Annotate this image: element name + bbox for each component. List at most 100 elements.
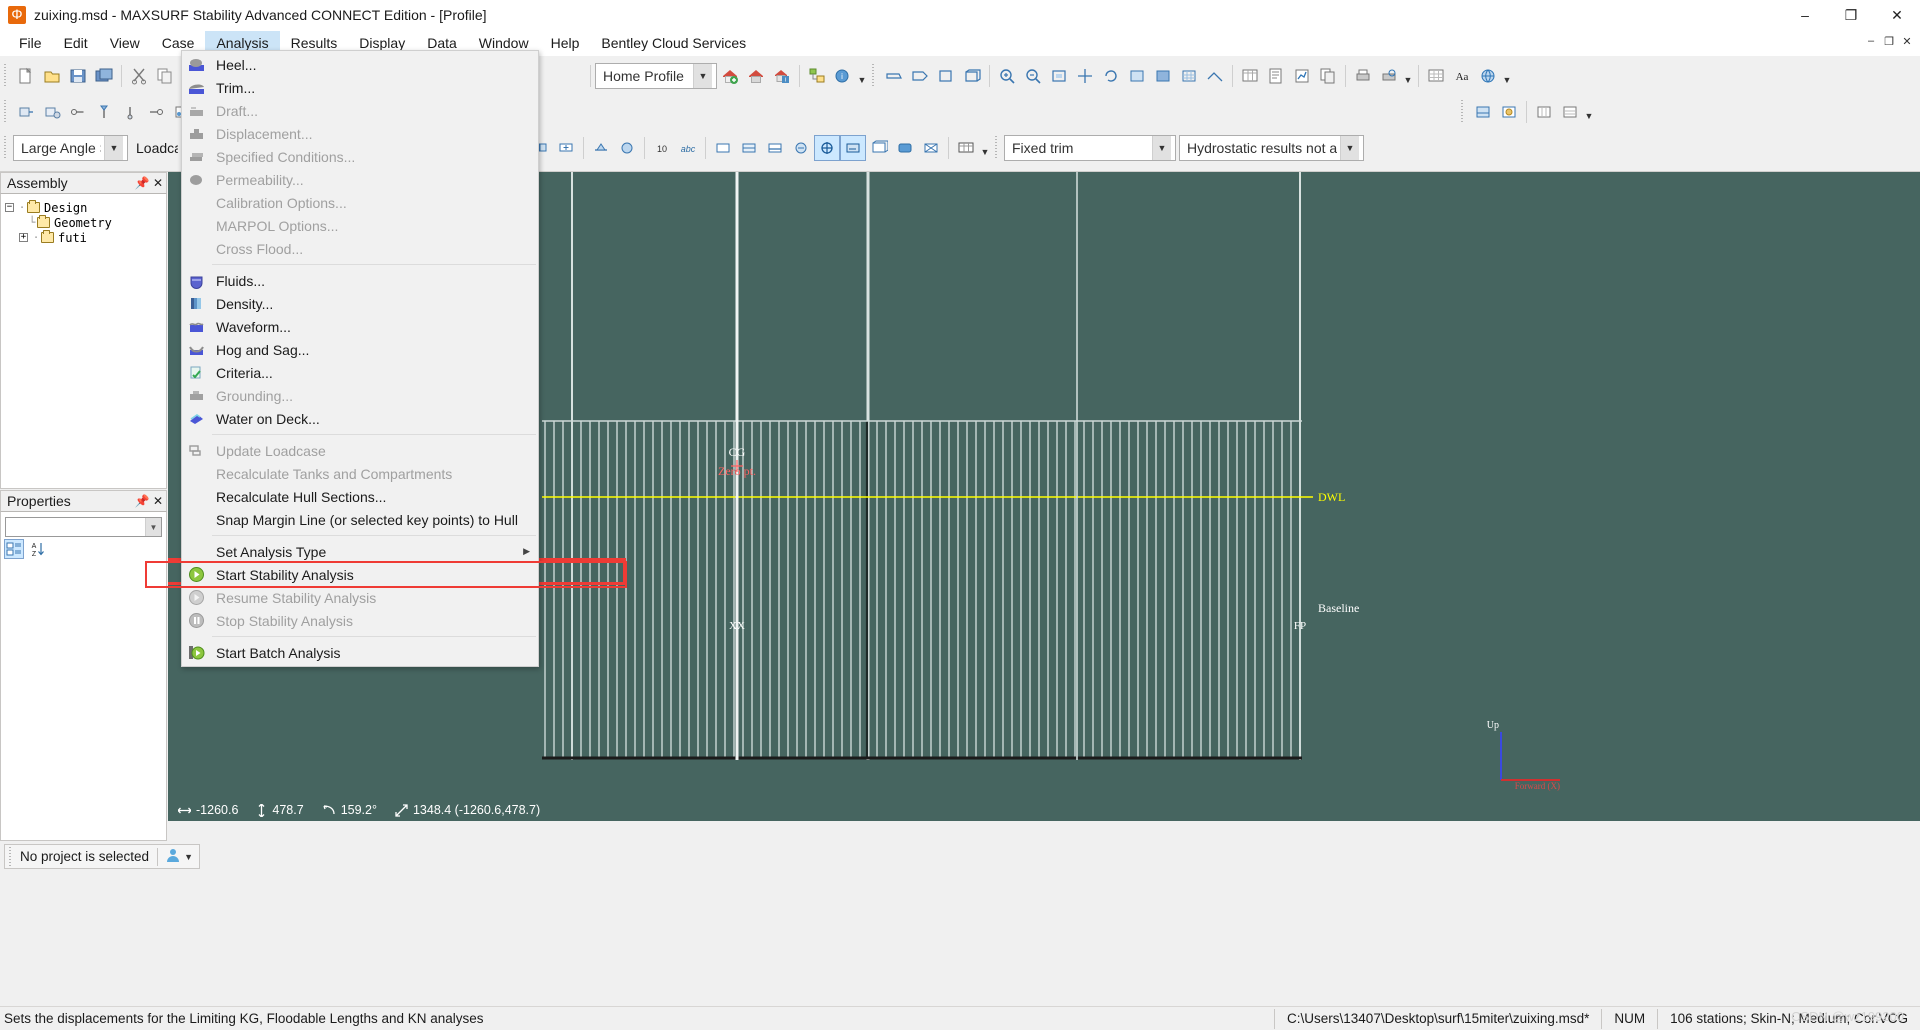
menu-edit[interactable]: Edit bbox=[53, 31, 99, 55]
pan-button[interactable] bbox=[1072, 63, 1098, 89]
show-solid-button[interactable] bbox=[892, 135, 918, 161]
flood-case-button[interactable] bbox=[614, 135, 640, 161]
key-point-button[interactable] bbox=[65, 99, 91, 125]
toolbar-grip[interactable] bbox=[3, 100, 10, 124]
properties-search-input[interactable] bbox=[6, 518, 145, 536]
downflood-point-button[interactable] bbox=[117, 99, 143, 125]
minimize-button[interactable]: – bbox=[1782, 0, 1828, 30]
annotation-button[interactable]: Aa bbox=[1449, 63, 1475, 89]
chevron-down-icon[interactable]: ▼ bbox=[1501, 63, 1513, 89]
menu-item-start-batch-analysis[interactable]: Start Batch Analysis bbox=[182, 641, 538, 664]
cut-button[interactable] bbox=[126, 63, 152, 89]
show-deck-button[interactable] bbox=[736, 135, 762, 161]
organize-profiles-button[interactable] bbox=[804, 63, 830, 89]
properties-search-combo[interactable]: ▼ bbox=[5, 517, 162, 537]
rotate-button[interactable] bbox=[1098, 63, 1124, 89]
menu-item-hog-and-sag[interactable]: Hog and Sag... bbox=[182, 338, 538, 361]
copy-view-button[interactable] bbox=[1315, 63, 1341, 89]
close-icon[interactable]: ✕ bbox=[150, 494, 166, 508]
display-tanks-button[interactable] bbox=[1470, 99, 1496, 125]
chevron-down-icon[interactable]: ▼ bbox=[1340, 136, 1359, 160]
menu-item-recalculate-hull-sections[interactable]: Recalculate Hull Sections... bbox=[182, 485, 538, 508]
text-label-button[interactable]: abc bbox=[675, 135, 701, 161]
chevron-down-icon[interactable]: ▼ bbox=[1152, 136, 1171, 160]
add-section-button[interactable] bbox=[13, 99, 39, 125]
menu-item-snap-margin-line[interactable]: Snap Margin Line (or selected key points… bbox=[182, 508, 538, 531]
close-button[interactable]: ✕ bbox=[1874, 0, 1920, 30]
toolbar-grip[interactable] bbox=[8, 846, 15, 867]
view-perspective-button[interactable] bbox=[959, 63, 985, 89]
chevron-down-icon[interactable]: ▼ bbox=[184, 852, 193, 862]
home-info-button[interactable]: i bbox=[769, 63, 795, 89]
show-sections-button[interactable] bbox=[814, 135, 840, 161]
add-compartment-button[interactable] bbox=[39, 99, 65, 125]
tank-calibration-button[interactable] bbox=[143, 99, 169, 125]
display-grid-button[interactable] bbox=[1531, 99, 1557, 125]
measure-button[interactable] bbox=[1202, 63, 1228, 89]
zoom-fit-button[interactable] bbox=[1046, 63, 1072, 89]
tree-item-design[interactable]: − · Design bbox=[5, 200, 166, 215]
chevron-down-icon[interactable]: ▼ bbox=[104, 136, 123, 160]
toolbar-grip[interactable] bbox=[3, 136, 10, 160]
mdi-minimize-button[interactable]: – bbox=[1862, 33, 1880, 49]
menu-item-fluids[interactable]: Fluids... bbox=[182, 269, 538, 292]
menu-item-density[interactable]: Density... bbox=[182, 292, 538, 315]
project-selector[interactable]: No project is selected ▼ bbox=[4, 844, 200, 869]
grid-settings-button[interactable] bbox=[1423, 63, 1449, 89]
menu-view[interactable]: View bbox=[99, 31, 151, 55]
shade-button[interactable] bbox=[1150, 63, 1176, 89]
tree-expander[interactable]: − bbox=[5, 203, 14, 212]
menu-item-waveform[interactable]: Waveform... bbox=[182, 315, 538, 338]
open-file-button[interactable] bbox=[39, 63, 65, 89]
show-profile-button[interactable] bbox=[840, 135, 866, 161]
grid-button[interactable] bbox=[1176, 63, 1202, 89]
chevron-down-icon[interactable]: ▼ bbox=[856, 63, 868, 89]
profile-info-button[interactable]: i bbox=[830, 63, 856, 89]
angle-entry-button[interactable]: 10 bbox=[649, 135, 675, 161]
damage-case-button[interactable] bbox=[588, 135, 614, 161]
show-tanks-button[interactable] bbox=[788, 135, 814, 161]
menu-item-criteria[interactable]: Criteria... bbox=[182, 361, 538, 384]
mdi-restore-button[interactable]: ❐ bbox=[1880, 33, 1898, 49]
menu-item-start-stability-analysis[interactable]: Start Stability Analysis bbox=[145, 561, 627, 588]
add-home-button[interactable] bbox=[717, 63, 743, 89]
show-plan-button[interactable] bbox=[866, 135, 892, 161]
menu-item-trim[interactable]: Trim... bbox=[182, 76, 538, 99]
save-all-button[interactable] bbox=[91, 63, 117, 89]
trim-mode-combo[interactable]: Fixed trim ▼ bbox=[1004, 135, 1176, 161]
tree-item-geometry[interactable]: └ Geometry bbox=[5, 215, 166, 230]
view-profile-button[interactable] bbox=[881, 63, 907, 89]
menu-file[interactable]: File bbox=[8, 31, 53, 55]
print-preview-button[interactable] bbox=[1376, 63, 1402, 89]
hydrostatics-combo[interactable]: Hydrostatic results not ava ▼ bbox=[1179, 135, 1364, 161]
home-profile-combo[interactable]: Home Profile ▼ bbox=[595, 63, 717, 89]
show-waterline-button[interactable] bbox=[762, 135, 788, 161]
graph-button[interactable] bbox=[1289, 63, 1315, 89]
margin-line-button[interactable] bbox=[91, 99, 117, 125]
table-view-button[interactable] bbox=[1237, 63, 1263, 89]
save-button[interactable] bbox=[65, 63, 91, 89]
loadcase-new-button[interactable] bbox=[553, 135, 579, 161]
show-hull-button[interactable] bbox=[710, 135, 736, 161]
menu-item-water-on-deck[interactable]: Water on Deck... bbox=[182, 407, 538, 430]
home-button[interactable] bbox=[743, 63, 769, 89]
analysis-mode-combo[interactable]: Large Angle Stab ▼ bbox=[13, 135, 128, 161]
chevron-down-icon[interactable]: ▼ bbox=[1583, 99, 1595, 125]
globe-button[interactable] bbox=[1475, 63, 1501, 89]
analysis-dropdown-menu[interactable]: Heel... Trim... Draft... Displacement...… bbox=[145, 50, 627, 667]
mdi-close-button[interactable]: ✕ bbox=[1898, 33, 1916, 49]
print-button[interactable] bbox=[1350, 63, 1376, 89]
tree-item-futi[interactable]: + · futi bbox=[5, 230, 166, 245]
toolbar-grip[interactable] bbox=[994, 136, 1001, 160]
zoom-out-button[interactable] bbox=[1020, 63, 1046, 89]
display-sections-button[interactable] bbox=[1557, 99, 1583, 125]
report-button[interactable] bbox=[1263, 63, 1289, 89]
maximize-button[interactable]: ❐ bbox=[1828, 0, 1874, 30]
view-plan-button[interactable] bbox=[907, 63, 933, 89]
copy-button[interactable] bbox=[152, 63, 178, 89]
chevron-down-icon[interactable]: ▼ bbox=[1402, 63, 1414, 89]
chevron-down-icon[interactable]: ▼ bbox=[145, 518, 161, 536]
menu-item-set-analysis-type[interactable]: Set Analysis Type ▶ bbox=[182, 540, 538, 563]
close-icon[interactable]: ✕ bbox=[150, 176, 166, 190]
alphabetical-sort-button[interactable]: AZ bbox=[28, 539, 48, 559]
